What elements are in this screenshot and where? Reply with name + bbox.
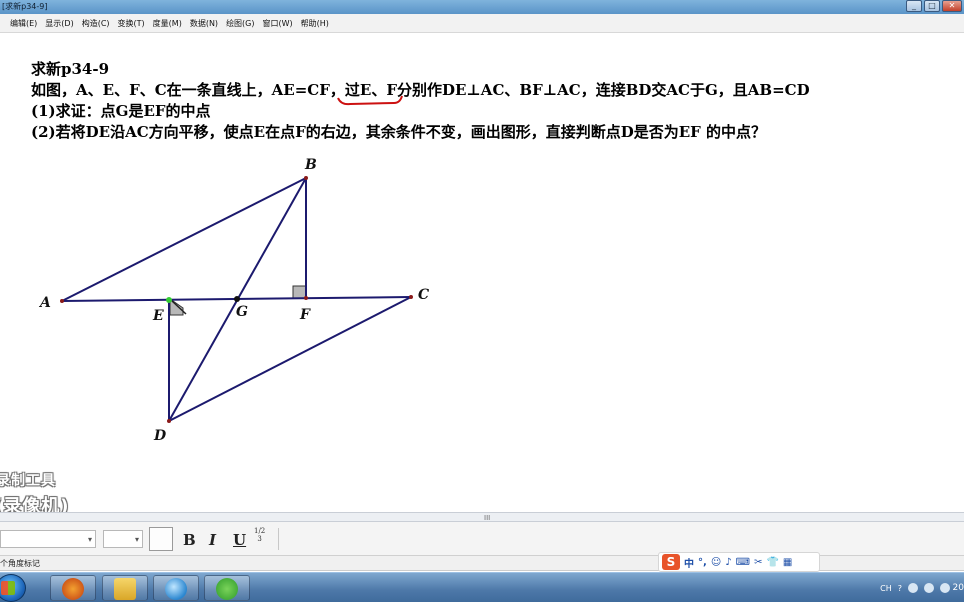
point-d[interactable]	[167, 419, 171, 423]
system-tray: CH ?	[880, 579, 950, 597]
menu-window[interactable]: 窗口(W)	[259, 18, 297, 29]
taskbar-app-wechat[interactable]	[204, 575, 250, 601]
flag-icon[interactable]	[940, 583, 950, 593]
menu-transform[interactable]: 变换(T)	[114, 18, 149, 29]
point-g[interactable]	[234, 296, 240, 302]
start-button[interactable]	[0, 574, 26, 602]
text-color-button[interactable]	[149, 527, 173, 551]
help-icon[interactable]: ?	[898, 584, 902, 593]
pane-splitter[interactable]: III	[0, 512, 964, 522]
sketch-canvas[interactable]: 求新p34-9 如图，A、E、F、C在一条直线上，AE=CF，过E、F分别作DE…	[0, 34, 964, 512]
minimize-button[interactable]: _	[906, 0, 922, 12]
point-f[interactable]	[304, 296, 308, 300]
splitter-grip-icon: III	[484, 514, 491, 522]
label-g: G	[236, 304, 248, 320]
ime-tools-icon[interactable]: ✂	[754, 557, 762, 568]
watermark-line-1: 录制工具	[0, 473, 56, 489]
windows-logo-icon	[1, 581, 15, 595]
menu-data[interactable]: 数据(N)	[186, 18, 222, 29]
toolbar-divider	[278, 528, 279, 550]
text-toolbar: ▾ ▾ B I U 1/2 3	[0, 522, 964, 556]
math-format-bottom: 3	[257, 535, 262, 543]
chevron-down-icon: ▾	[87, 535, 92, 544]
ime-mode-toggle[interactable]: 中	[684, 555, 694, 570]
taskbar-app-recorder[interactable]	[50, 575, 96, 601]
network-icon[interactable]	[908, 583, 918, 593]
close-button[interactable]: ✕	[942, 0, 962, 12]
bold-button[interactable]: B	[183, 531, 196, 549]
label-d: D	[153, 428, 167, 444]
recorder-app-icon	[62, 578, 84, 600]
window-title-bar: [求新p34-9] _ □ ✕	[0, 0, 964, 14]
label-e: E	[152, 308, 164, 324]
menu-help[interactable]: 帮助(H)	[297, 18, 333, 29]
label-a: A	[38, 295, 51, 311]
geometry-diagram: A B C D E F G	[38, 95, 429, 444]
wechat-icon	[216, 578, 238, 600]
point-b[interactable]	[304, 176, 308, 180]
math-format-button[interactable]: 1/2 3	[254, 527, 265, 543]
menu-graph[interactable]: 绘图(G)	[222, 18, 258, 29]
chevron-down-icon: ▾	[134, 535, 139, 544]
segment-ab	[61, 177, 307, 302]
menu-construct[interactable]: 构造(C)	[78, 18, 114, 29]
font-size-select[interactable]: ▾	[103, 530, 143, 548]
menu-measure[interactable]: 度量(M)	[149, 18, 186, 29]
ime-menu-icon[interactable]: ▦	[783, 557, 792, 568]
window-title: [求新p34-9]	[2, 2, 48, 11]
highlight-underline	[337, 95, 403, 106]
point-e[interactable]	[166, 297, 172, 303]
sketchpad-app-icon	[165, 578, 187, 600]
taskbar-app-explorer[interactable]	[102, 575, 148, 601]
right-angle-mark-f	[292, 285, 307, 299]
menu-display[interactable]: 显示(D)	[41, 18, 77, 29]
point-a[interactable]	[60, 299, 64, 303]
italic-button[interactable]: I	[209, 531, 216, 549]
font-family-select[interactable]: ▾	[0, 530, 96, 548]
math-format-top: 1/2	[254, 527, 266, 535]
recorder-watermark: 录制工具 (录像机)	[0, 468, 90, 517]
maximize-button[interactable]: □	[924, 0, 940, 12]
taskbar-app-sketchpad[interactable]	[153, 575, 199, 601]
menu-bar: 编辑(E) 显示(D) 构造(C) 变换(T) 度量(M) 数据(N) 绘图(G…	[0, 14, 964, 33]
ime-keyboard-icon[interactable]: ⌨	[736, 557, 750, 568]
clock[interactable]: 20	[953, 583, 964, 593]
folder-icon	[114, 578, 136, 600]
window-controls: _ □ ✕	[906, 0, 962, 14]
ime-punctuation-toggle[interactable]: °,	[698, 557, 707, 568]
point-c[interactable]	[409, 295, 413, 299]
status-text: 个角度标记	[0, 559, 40, 568]
sogou-ime-icon[interactable]: S	[662, 554, 680, 570]
ime-toolbar[interactable]: S 中 °, ☺ ♪ ⌨ ✂ 👕 ▦	[658, 552, 820, 572]
menu-edit[interactable]: 编辑(E)	[6, 18, 41, 29]
label-b: B	[304, 157, 317, 173]
language-indicator[interactable]: CH	[880, 584, 892, 593]
label-f: F	[299, 307, 311, 323]
segment-dc	[168, 296, 412, 422]
taskbar: CH ? 20	[0, 572, 964, 602]
volume-icon[interactable]	[924, 583, 934, 593]
ime-voice-icon[interactable]: ♪	[725, 557, 731, 568]
underline-button[interactable]: U	[233, 531, 246, 549]
label-c: C	[418, 287, 429, 303]
ime-emoji-icon[interactable]: ☺	[711, 557, 721, 568]
ime-skin-icon[interactable]: 👕	[766, 557, 778, 568]
